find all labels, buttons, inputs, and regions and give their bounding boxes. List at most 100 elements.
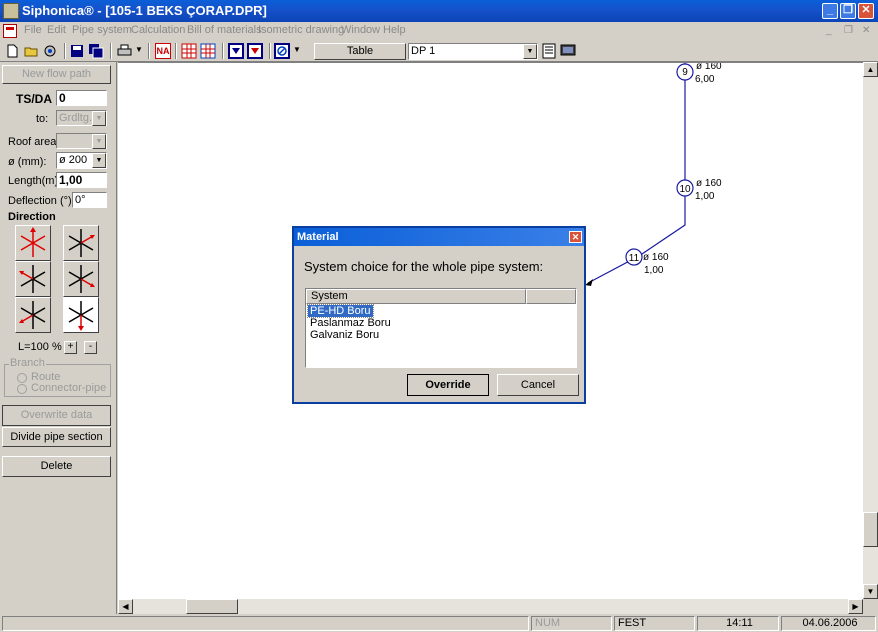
new-file-icon[interactable] [4,43,21,59]
cancel-button[interactable]: Cancel [497,374,579,396]
minimize-button[interactable]: _ [822,3,838,19]
deflection-input[interactable]: 0° [72,192,107,208]
status-bar: NUM FEST 14:11 04.06.2006 [0,614,878,632]
monitor-icon[interactable] [560,43,577,59]
chevron-down-icon[interactable]: ▼ [523,44,537,59]
node-10-id: 10 [679,184,691,195]
status-fest: FEST [614,616,695,631]
direction-up-button[interactable] [15,225,51,261]
to-label: to: [36,113,49,125]
na-button[interactable]: NA [155,43,171,59]
list-view-icon[interactable] [541,43,558,59]
direction-label: Direction [8,211,56,223]
properties-icon[interactable] [42,43,59,59]
mdi-minimize-icon[interactable]: _ [826,25,832,36]
grid-red-icon[interactable] [181,43,198,59]
list-item[interactable]: Paslanmaz Boru [308,317,393,329]
toolbar-separator [110,43,112,59]
to-select[interactable]: Grdltg. ▼ [56,110,107,126]
save-all-icon[interactable] [88,43,105,59]
scroll-right-icon[interactable]: ▶ [848,599,863,614]
print-icon[interactable] [116,43,133,59]
horizontal-scrollbar[interactable]: ◀ ▶ [118,599,863,614]
menu-file[interactable]: File [24,24,42,36]
scroll-down-icon[interactable]: ▼ [863,584,878,599]
no-entry-icon[interactable] [274,43,291,59]
roof-area-select[interactable]: ▼ [56,133,107,149]
zoom-in-button[interactable]: + [64,341,77,354]
material-dialog: Material ✕ System choice for the whole p… [292,226,586,404]
overwrite-data-button[interactable]: Overwrite data [2,405,111,426]
status-date: 04.06.2006 [781,616,876,631]
delete-button[interactable]: Delete [2,456,111,477]
direction-up-right-button[interactable] [63,225,99,261]
toolbar-separator [175,43,177,59]
zoom-out-button[interactable]: - [84,341,97,354]
menu-pipe-system[interactable]: Pipe system [72,24,132,36]
length-input[interactable]: 1,00 [56,172,107,188]
node-11-id: 11 [629,253,640,264]
list-item[interactable]: Galvaniz Boru [308,329,381,341]
diameter-value: ø 200 [59,154,88,166]
empty-column-header[interactable] [526,289,576,304]
down-arrow-red-box-icon[interactable] [247,43,264,59]
menu-bill-of-materials[interactable]: Bill of materials [187,24,262,36]
toolbar-separator [148,43,150,59]
down-arrow-box-icon[interactable] [228,43,245,59]
vertical-scroll-thumb[interactable] [863,512,878,547]
new-flow-path-button[interactable]: New flow path [2,65,111,84]
chevron-down-icon[interactable]: ▼ [92,134,106,149]
open-folder-icon[interactable] [23,43,40,59]
direction-down-left-button[interactable] [15,297,51,333]
grid-blue-icon[interactable] [200,43,217,59]
vertical-scrollbar[interactable]: ▲ ▼ [863,62,878,599]
horizontal-scroll-thumb[interactable] [186,599,238,614]
scroll-left-icon[interactable]: ◀ [118,599,133,614]
ts-da-input[interactable]: 0 [56,90,107,106]
list-item[interactable]: PE-HD Boru [307,304,374,318]
dp-select[interactable]: DP 1 ▼ [408,43,538,60]
chevron-down-icon[interactable]: ▼ [92,111,106,126]
ts-da-label: TS/DA [16,92,52,106]
divide-pipe-section-button[interactable]: Divide pipe section [2,427,111,447]
node-11-length: 1,00 [644,265,664,276]
node-10-diameter: ø 160 [696,178,722,189]
dialog-close-icon[interactable]: ✕ [569,231,582,243]
override-button[interactable]: Override [407,374,489,396]
direction-left-button[interactable] [15,261,51,297]
status-message [2,616,529,631]
menu-bar: File Edit Pipe system Calculation Bill o… [0,22,878,40]
menu-isometric-drawing[interactable]: Isometric drawing [258,24,344,36]
direction-down-button[interactable] [63,297,99,333]
chevron-down-icon[interactable]: ▼ [92,153,106,168]
dp-select-value: DP 1 [411,45,436,57]
system-column-header[interactable]: System [306,289,526,304]
no-entry-dropdown-icon[interactable]: ▼ [293,45,301,54]
connector-pipe-radio[interactable] [17,384,27,394]
mdi-restore-icon[interactable]: ❐ [844,25,853,36]
mdi-close-icon[interactable]: ✕ [862,25,870,36]
direction-down-left-icon [19,301,46,329]
system-list[interactable]: System PE-HD Boru Paslanmaz Boru Galvani… [305,288,577,368]
print-dropdown-icon[interactable]: ▼ [135,45,143,54]
node-9-length: 6,00 [695,74,715,85]
route-radio[interactable] [17,373,27,383]
toolbar-separator [222,43,224,59]
direction-right-icon [68,265,95,293]
to-select-value: Grdltg. [59,112,93,124]
maximize-button[interactable]: ❐ [840,3,856,19]
diameter-select[interactable]: ø 200 ▼ [56,152,107,169]
menu-calculation[interactable]: Calculation [131,24,185,36]
document-icon[interactable] [3,24,17,38]
direction-right-button[interactable] [63,261,99,297]
close-button[interactable]: ✕ [858,3,874,19]
node-9-id: 9 [682,67,688,78]
scroll-up-icon[interactable]: ▲ [863,62,878,77]
table-button[interactable]: Table [314,43,406,60]
menu-window[interactable]: Window [341,24,380,36]
zoom-label: L=100 % [18,341,62,353]
save-icon[interactable] [69,43,86,59]
menu-edit[interactable]: Edit [47,24,66,36]
direction-up-right-icon [68,229,95,257]
menu-help[interactable]: Help [383,24,406,36]
